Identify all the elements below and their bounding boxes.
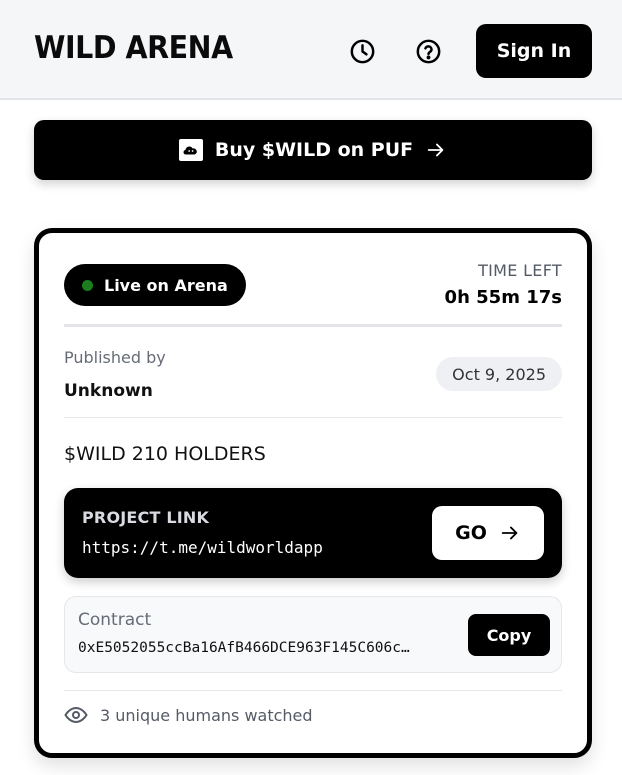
live-status-badge: Live on Arena bbox=[64, 264, 246, 306]
live-dot-icon bbox=[82, 279, 93, 291]
arena-card: Live on Arena TIME LEFT 0h 55m 17s Publi… bbox=[34, 228, 592, 758]
go-button[interactable]: GO bbox=[432, 506, 544, 560]
watchers-info: 3 unique humans watched bbox=[64, 703, 313, 727]
divider bbox=[64, 417, 562, 418]
watchers-text: 3 unique humans watched bbox=[100, 705, 313, 725]
buy-banner-label: Buy $WILD on PUF bbox=[214, 139, 414, 161]
clock-icon bbox=[350, 39, 374, 63]
contract-panel: Contract 0xE5052055ccBa16AfB466DCE963F14… bbox=[64, 596, 562, 673]
arrow-right-icon bbox=[499, 522, 521, 544]
published-date-badge: Oct 9, 2025 bbox=[436, 357, 562, 391]
help-button[interactable] bbox=[413, 36, 443, 66]
arrow-right-icon bbox=[425, 139, 447, 161]
go-button-label: GO bbox=[455, 522, 487, 544]
eye-icon bbox=[64, 703, 88, 727]
divider bbox=[64, 690, 562, 691]
project-link-url[interactable]: https://t.me/wildworldapp bbox=[82, 538, 323, 557]
live-status-label: Live on Arena bbox=[104, 275, 228, 295]
buy-wild-banner[interactable]: Buy $WILD on PUF bbox=[34, 120, 592, 180]
history-button[interactable] bbox=[347, 36, 377, 66]
sign-in-button[interactable]: Sign In bbox=[476, 24, 592, 78]
puf-logo-icon bbox=[178, 139, 203, 161]
project-link-label: PROJECT LINK bbox=[82, 508, 210, 527]
project-link-panel: PROJECT LINK https://t.me/wildworldapp G… bbox=[64, 488, 562, 578]
divider bbox=[64, 324, 562, 327]
contract-label: Contract bbox=[78, 610, 152, 630]
time-left-value: 0h 55m 17s bbox=[444, 287, 562, 308]
app-title: WILD ARENA bbox=[34, 30, 233, 66]
holders-count: $WILD 210 HOLDERS bbox=[64, 443, 266, 465]
question-circle-icon bbox=[416, 39, 440, 63]
publisher-name: Unknown bbox=[64, 381, 153, 401]
published-by-label: Published by bbox=[64, 348, 166, 367]
copy-contract-button[interactable]: Copy bbox=[468, 614, 550, 656]
top-header: WILD ARENA Sign In bbox=[0, 0, 622, 100]
contract-address: 0xE5052055ccBa16AfB466DCE963F145C606c… bbox=[78, 640, 410, 656]
time-left-label: TIME LEFT bbox=[478, 261, 562, 280]
